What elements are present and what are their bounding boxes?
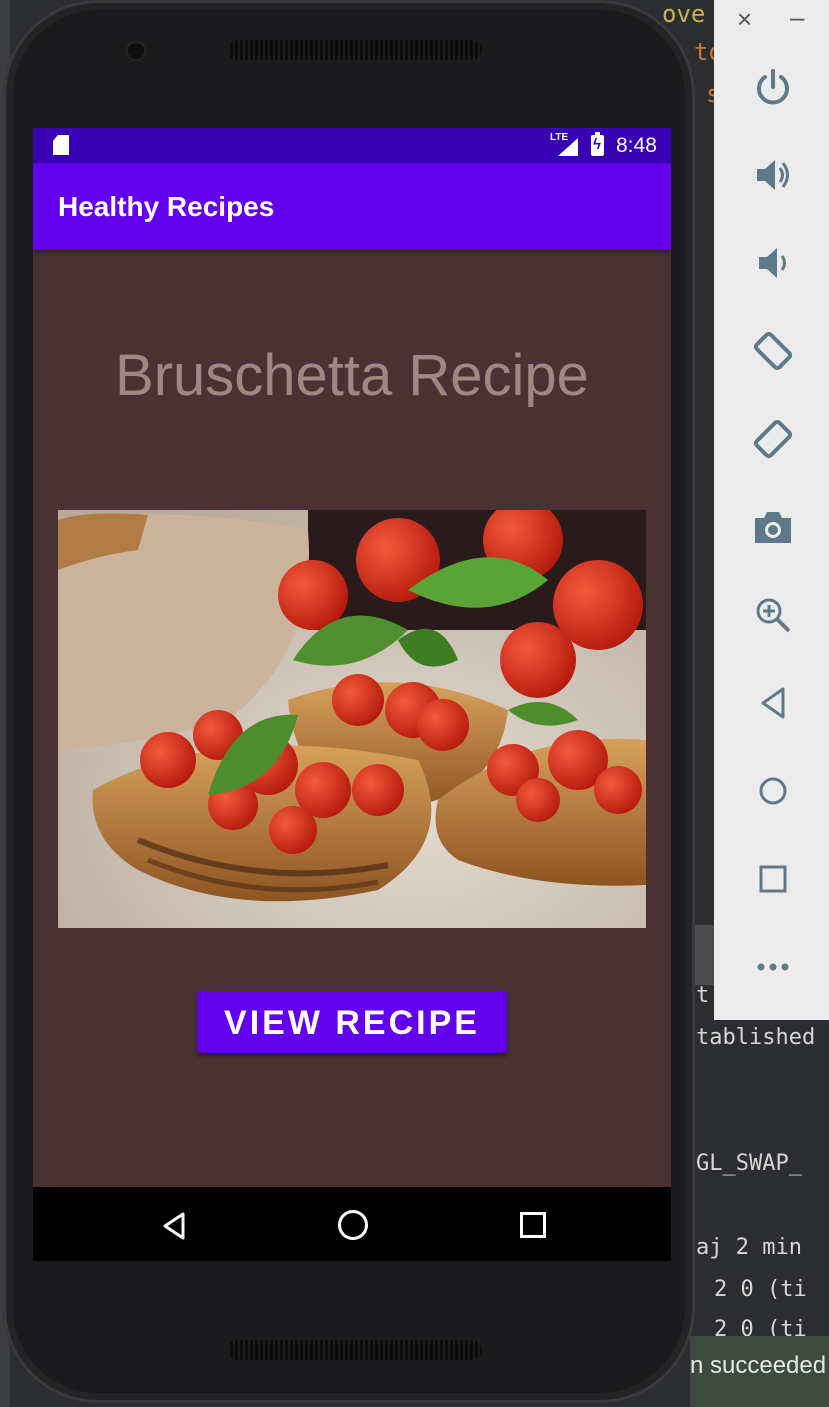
overview-glyph: [759, 865, 787, 893]
more-icon[interactable]: [750, 944, 796, 990]
overview-icon[interactable]: [750, 856, 796, 902]
app-bar: Healthy Recipes: [33, 163, 671, 250]
home-glyph: [759, 777, 787, 805]
back-icon[interactable]: [161, 1211, 187, 1241]
more-glyph: [757, 963, 789, 971]
bruschetta-photo: [58, 510, 646, 928]
camera-glyph: [755, 512, 791, 543]
bruschetta-image: [58, 510, 646, 928]
status-bar: LTE ϟ 8:48: [33, 128, 671, 163]
power-icon[interactable]: [750, 64, 796, 110]
device-screen: LTE ϟ 8:48 Healthy Recipes Bruschetta Re…: [33, 128, 671, 1261]
volume-down-icon[interactable]: [750, 240, 796, 286]
home-icon[interactable]: [750, 768, 796, 814]
app-title: Healthy Recipes: [58, 191, 275, 222]
bottom-speaker: [228, 1340, 482, 1360]
ide-log-line: tablished: [696, 1025, 816, 1050]
lte-label: LTE: [550, 132, 569, 143]
volume-up-glyph: [757, 160, 789, 190]
rotate-right-icon[interactable]: [750, 416, 796, 462]
recents-icon[interactable]: [520, 1212, 546, 1238]
rotate-left-glyph: [753, 331, 793, 371]
zoom-icon[interactable]: [750, 592, 796, 638]
camera-icon[interactable]: [750, 504, 796, 550]
sd-card-icon: [53, 135, 69, 155]
recipe-title: Bruschetta Recipe: [115, 343, 589, 408]
ide-log-line: GL_SWAP_: [696, 1151, 802, 1176]
rotate-left-icon[interactable]: [750, 328, 796, 374]
back-glyph: [761, 687, 785, 719]
home-icon[interactable]: [338, 1210, 368, 1240]
volume-up-icon[interactable]: [750, 152, 796, 198]
charging-icon: ϟ: [593, 136, 601, 153]
earpiece-speaker: [228, 40, 482, 60]
close-icon[interactable]: ×: [737, 4, 752, 35]
phone-frame: LTE ϟ 8:48 Healthy Recipes Bruschetta Re…: [3, 0, 695, 1403]
ide-code-fragment: ove: [662, 0, 706, 28]
ide-build-status: n succeeded: [690, 1336, 829, 1407]
status-time: 8:48: [616, 134, 657, 157]
view-recipe-button[interactable]: VIEW RECIPE: [197, 991, 507, 1053]
minimize-icon[interactable]: –: [790, 2, 804, 33]
navigation-bar: [33, 1187, 671, 1261]
rotate-right-glyph: [753, 419, 793, 459]
volume-down-glyph: [759, 248, 786, 278]
front-camera: [125, 40, 147, 62]
zoom-glyph: [756, 598, 791, 633]
power-glyph: [757, 69, 789, 105]
ide-log-line: 2 0 (ti: [714, 1277, 807, 1302]
ide-log-line: t: [696, 983, 710, 1008]
back-icon[interactable]: [750, 680, 796, 726]
ide-log-line: aj 2 min: [696, 1235, 802, 1260]
